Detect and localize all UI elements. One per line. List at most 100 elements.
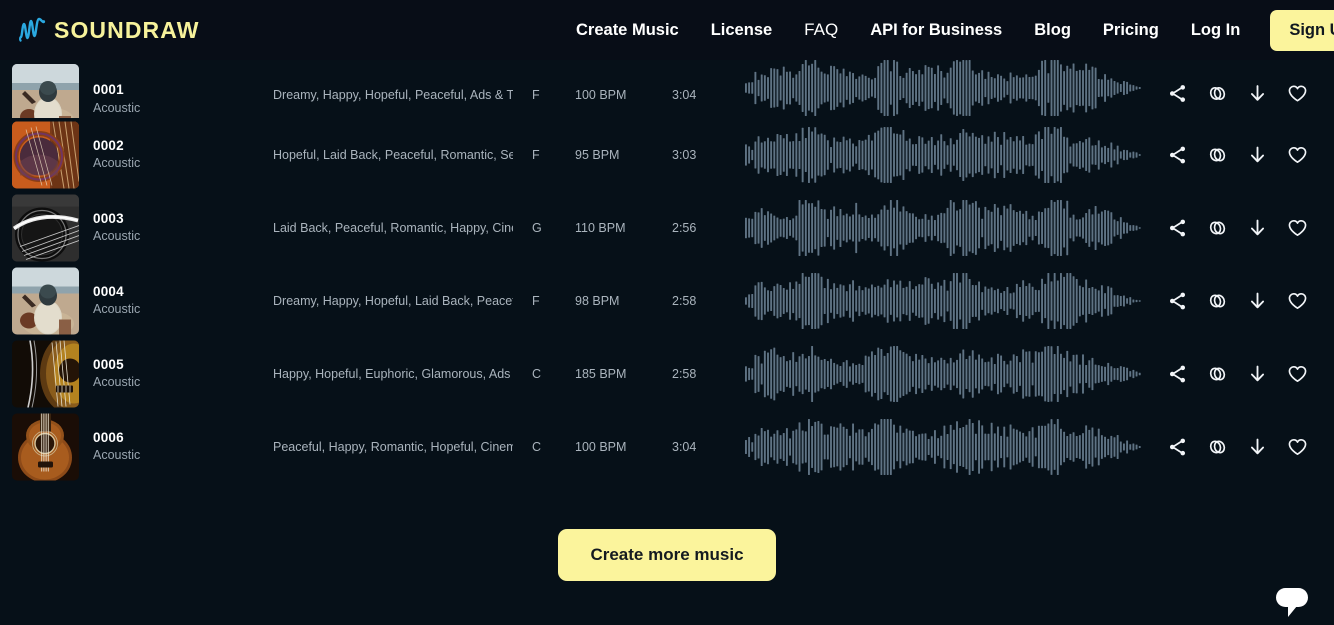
download-icon[interactable] <box>1247 83 1268 104</box>
track-genre: Acoustic <box>93 302 141 317</box>
share-icon[interactable] <box>1167 290 1188 311</box>
sign-up-button[interactable]: Sign Up <box>1270 9 1334 51</box>
track-waveform[interactable] <box>745 345 1145 402</box>
track-bpm: 100 BPM <box>575 439 627 454</box>
nav-item-pricing[interactable]: Pricing <box>1087 0 1175 60</box>
track-thumbnail[interactable] <box>12 267 79 334</box>
nav-item-api-for-business[interactable]: API for Business <box>854 0 1018 60</box>
track-thumbnail[interactable] <box>12 194 79 261</box>
track-waveform[interactable] <box>745 199 1145 256</box>
nav-item-faq[interactable]: FAQ <box>788 0 854 60</box>
create-more-music-button[interactable]: Create more music <box>558 529 776 581</box>
share-icon[interactable] <box>1167 363 1188 384</box>
track-actions <box>1167 144 1308 165</box>
favorite-heart-icon[interactable] <box>1287 83 1308 104</box>
soundraw-track-list-page: SOUNDRAW Create Music License FAQ API fo… <box>0 0 1334 625</box>
track-bpm: 100 BPM <box>575 88 627 102</box>
share-icon[interactable] <box>1167 83 1188 104</box>
track-id: 0004 <box>93 283 124 299</box>
track-bpm: 98 BPM <box>575 293 620 308</box>
track-id: 0001 <box>93 82 124 97</box>
chat-bubble-icon[interactable] <box>1268 582 1316 622</box>
track-tags: Dreamy, Happy, Hopeful, Peaceful, Ads & … <box>273 88 513 102</box>
track-row[interactable]: 0002 Acoustic Hopeful, Laid Back, Peacef… <box>0 118 1334 191</box>
track-duration: 3:04 <box>672 88 697 102</box>
similar-icon[interactable] <box>1207 363 1228 384</box>
track-row[interactable]: 0001 Acoustic Dreamy, Happy, Hopeful, Pe… <box>0 60 1334 131</box>
track-waveform[interactable] <box>745 60 1145 116</box>
download-icon[interactable] <box>1247 217 1268 238</box>
track-genre: Acoustic <box>93 229 141 244</box>
soundraw-logo[interactable]: SOUNDRAW <box>18 13 200 47</box>
share-icon[interactable] <box>1167 436 1188 457</box>
track-row[interactable]: 0003 Acoustic Laid Back, Peaceful, Roman… <box>0 191 1334 264</box>
track-duration: 2:58 <box>672 293 697 308</box>
similar-icon[interactable] <box>1207 436 1228 457</box>
download-icon[interactable] <box>1247 363 1268 384</box>
track-key: F <box>532 88 540 102</box>
track-key: C <box>532 439 542 454</box>
track-waveform[interactable] <box>745 272 1145 329</box>
track-identity: 0003 Acoustic <box>93 210 140 244</box>
logo-text: SOUNDRAW <box>54 16 200 43</box>
site-header: SOUNDRAW Create Music License FAQ API fo… <box>0 0 1334 60</box>
similar-icon[interactable] <box>1207 144 1228 165</box>
nav-item-log-in[interactable]: Log In <box>1175 0 1256 60</box>
track-duration: 3:03 <box>672 147 697 162</box>
track-key: C <box>532 366 542 381</box>
track-bpm: 185 BPM <box>575 366 627 381</box>
track-thumbnail[interactable] <box>12 413 79 480</box>
track-tags: Happy, Hopeful, Euphoric, Glamorous, Ads… <box>273 366 513 381</box>
similar-icon[interactable] <box>1207 217 1228 238</box>
track-key: F <box>532 293 540 308</box>
nav-item-create-music[interactable]: Create Music <box>560 0 695 60</box>
track-row[interactable]: 0005 Acoustic Happy, Hopeful, Euphoric, … <box>0 337 1334 410</box>
track-duration: 3:04 <box>672 439 697 454</box>
share-icon[interactable] <box>1167 217 1188 238</box>
track-actions <box>1167 217 1308 238</box>
track-bpm: 110 BPM <box>575 220 626 235</box>
track-id: 0002 <box>93 137 124 153</box>
track-thumbnail[interactable] <box>12 340 79 407</box>
nav-item-license[interactable]: License <box>695 0 788 60</box>
track-actions <box>1167 83 1308 104</box>
track-id: 0005 <box>93 356 124 372</box>
track-id: 0006 <box>93 429 124 445</box>
download-icon[interactable] <box>1247 436 1268 457</box>
favorite-heart-icon[interactable] <box>1287 363 1308 384</box>
logo-waveform-mark <box>18 17 46 42</box>
cta-section: Create more music <box>0 529 1334 581</box>
track-list: 0001 Acoustic Dreamy, Happy, Hopeful, Pe… <box>0 60 1334 483</box>
track-tags: Peaceful, Happy, Romantic, Hopeful, Cine… <box>273 439 513 454</box>
track-identity: 0002 Acoustic <box>93 137 140 171</box>
track-actions <box>1167 436 1308 457</box>
share-icon[interactable] <box>1167 144 1188 165</box>
track-row[interactable]: 0004 Acoustic Dreamy, Happy, Hopeful, La… <box>0 264 1334 337</box>
track-tags: Hopeful, Laid Back, Peaceful, Romantic, … <box>273 147 513 162</box>
track-bpm: 95 BPM <box>575 147 620 162</box>
track-row[interactable]: 0006 Acoustic Peaceful, Happy, Romantic,… <box>0 410 1334 483</box>
track-tags: Dreamy, Happy, Hopeful, Laid Back, Peace… <box>273 293 513 308</box>
track-genre: Acoustic <box>93 375 141 390</box>
track-identity: 0004 Acoustic <box>93 283 140 317</box>
nav-item-blog[interactable]: Blog <box>1018 0 1087 60</box>
favorite-heart-icon[interactable] <box>1287 217 1308 238</box>
track-waveform[interactable] <box>745 126 1145 183</box>
download-icon[interactable] <box>1247 290 1268 311</box>
track-thumbnail[interactable] <box>12 121 79 188</box>
track-waveform[interactable] <box>745 418 1145 475</box>
track-actions <box>1167 363 1308 384</box>
favorite-heart-icon[interactable] <box>1287 436 1308 457</box>
track-key: G <box>532 220 542 235</box>
track-identity: 0005 Acoustic <box>93 356 140 390</box>
track-identity: 0006 Acoustic <box>93 429 140 463</box>
similar-icon[interactable] <box>1207 83 1228 104</box>
track-duration: 2:56 <box>672 220 697 235</box>
favorite-heart-icon[interactable] <box>1287 290 1308 311</box>
main-navigation: Create Music License FAQ API for Busines… <box>560 0 1334 60</box>
favorite-heart-icon[interactable] <box>1287 144 1308 165</box>
download-icon[interactable] <box>1247 144 1268 165</box>
similar-icon[interactable] <box>1207 290 1228 311</box>
track-key: F <box>532 147 540 162</box>
track-genre: Acoustic <box>93 100 141 115</box>
